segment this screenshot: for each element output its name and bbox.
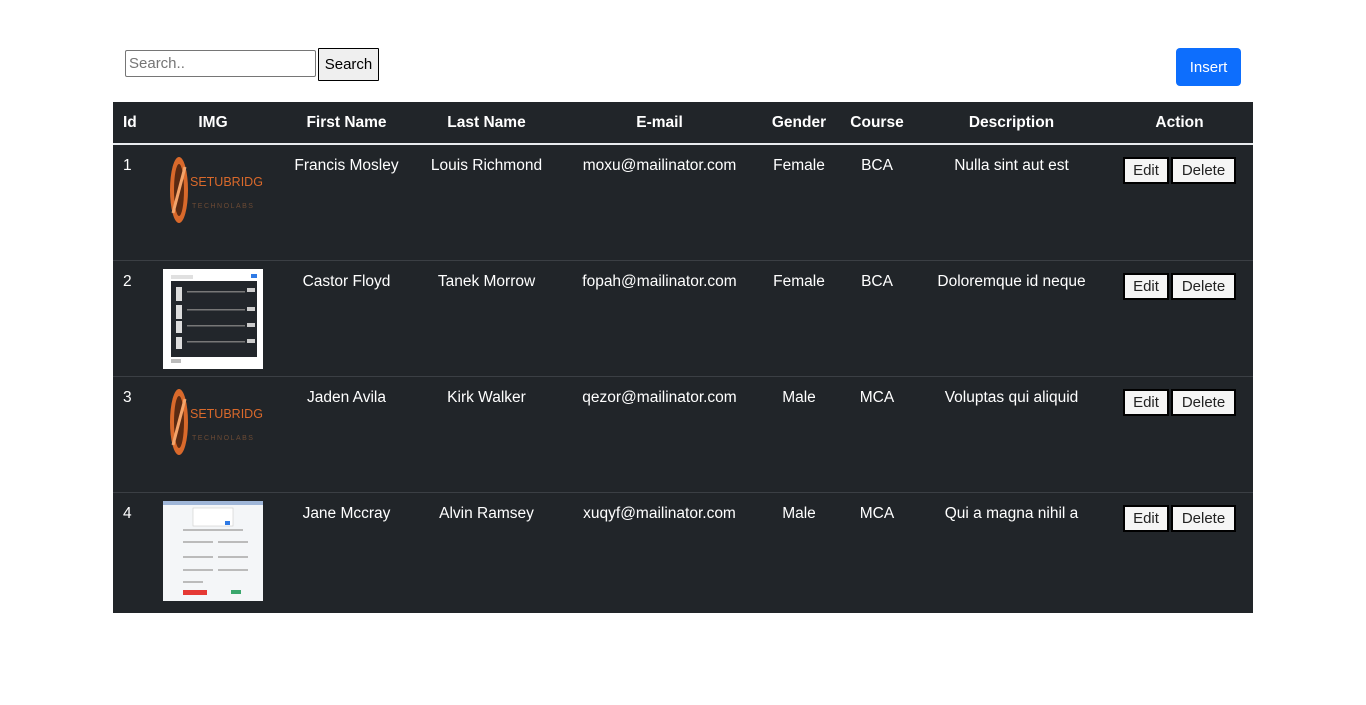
cell-email: moxu@mailinator.com (558, 144, 761, 261)
logo-text: SETUBRIDGE (190, 407, 263, 421)
cell-id: 1 (113, 144, 148, 261)
screenshot-form-image (163, 500, 263, 601)
table-row: 4 Jane Mccray Alvin Ramsey xuqyf@mailina… (113, 492, 1253, 608)
cell-gender: Male (782, 504, 816, 522)
cell-last-name: Tanek Morrow (415, 260, 558, 377)
edit-button[interactable]: Edit (1123, 388, 1169, 416)
edit-button[interactable]: Edit (1123, 157, 1169, 184)
cell-email: qezor@mailinator.com (558, 376, 761, 493)
cell-first-name: Jane Mccray (302, 504, 391, 522)
header-last-name: Last Name (415, 102, 558, 145)
insert-button[interactable]: Insert (1176, 48, 1241, 86)
header-description: Description (917, 102, 1106, 145)
cell-first-name: Jaden Avila (278, 376, 415, 493)
delete-button[interactable]: Delete (1171, 157, 1236, 184)
cell-id: 2 (113, 260, 148, 377)
cell-img (148, 492, 278, 608)
cell-last-name: Alvin Ramsey (439, 504, 534, 522)
records-table: Id IMG First Name Last Name E-mail Gende… (113, 102, 1253, 608)
header-action: Action (1106, 102, 1253, 145)
header-row: Id IMG First Name Last Name E-mail Gende… (113, 102, 1253, 145)
header-course: Course (837, 102, 917, 145)
cell-description: Voluptas qui aliquid (917, 376, 1106, 493)
edit-button[interactable]: Edit (1123, 504, 1169, 532)
cell-last-name: Louis Richmond (415, 144, 558, 261)
cell-email: xuqyf@mailinator.com (583, 504, 736, 522)
cell-action: Edit Delete (1106, 260, 1253, 377)
cell-img (148, 260, 278, 377)
logo-image: SETUBRIDGE TECHNOLABS (163, 384, 263, 485)
cell-action: Edit Delete (1106, 376, 1253, 493)
page: Search Insert Id IMG First Name L (0, 0, 1366, 705)
cell-description: Doloremque id neque (917, 260, 1106, 377)
header-id: Id (113, 102, 148, 145)
toolbar: Search Insert (113, 48, 1253, 86)
search-input[interactable] (125, 50, 316, 77)
table-row: 1 SETUBRIDGE TECHNOLABS Francis Mosley L… (113, 144, 1253, 261)
table-row: 2 Castor Floyd Tanek Morrow fopah@mailin… (113, 260, 1253, 377)
edit-button[interactable]: Edit (1123, 272, 1169, 300)
cell-gender: Male (761, 376, 837, 493)
table-header: Id IMG First Name Last Name E-mail Gende… (113, 102, 1253, 145)
cell-action: Edit Delete (1106, 492, 1253, 608)
cell-img: SETUBRIDGE TECHNOLABS (148, 144, 278, 261)
cell-course: MCA (837, 376, 917, 493)
records-table-container: Id IMG First Name Last Name E-mail Gende… (113, 102, 1253, 613)
header-email: E-mail (558, 102, 761, 145)
cell-description: Nulla sint aut est (917, 144, 1106, 261)
cell-course: BCA (837, 260, 917, 377)
cell-first-name: Francis Mosley (278, 144, 415, 261)
header-first-name: First Name (278, 102, 415, 145)
header-gender: Gender (761, 102, 837, 145)
table-body: 1 SETUBRIDGE TECHNOLABS Francis Mosley L… (113, 144, 1253, 608)
cell-id: 3 (113, 376, 148, 493)
screenshot-table-image (163, 268, 263, 369)
cell-course: MCA (859, 504, 895, 522)
header-img: IMG (148, 102, 278, 145)
logo-subtext: TECHNOLABS (192, 435, 254, 442)
cell-last-name: Kirk Walker (415, 376, 558, 493)
cell-first-name: Castor Floyd (278, 260, 415, 377)
search-button[interactable]: Search (318, 48, 379, 81)
cell-gender: Female (761, 260, 837, 377)
cell-img: SETUBRIDGE TECHNOLABS (148, 376, 278, 493)
table-row: 3 SETUBRIDGE TECHNOLABS Jaden Avila Kirk… (113, 376, 1253, 493)
cell-description: Qui a magna nihil a (944, 504, 1079, 522)
logo-subtext: TECHNOLABS (192, 203, 254, 210)
delete-button[interactable]: Delete (1171, 272, 1236, 300)
logo-image: SETUBRIDGE TECHNOLABS (163, 153, 263, 253)
cell-gender: Female (761, 144, 837, 261)
cell-email: fopah@mailinator.com (558, 260, 761, 377)
cell-id: 4 (123, 504, 132, 522)
delete-button[interactable]: Delete (1171, 504, 1236, 532)
delete-button[interactable]: Delete (1171, 388, 1236, 416)
cell-course: BCA (837, 144, 917, 261)
logo-text: SETUBRIDGE (190, 175, 263, 189)
cell-action: Edit Delete (1106, 144, 1253, 261)
